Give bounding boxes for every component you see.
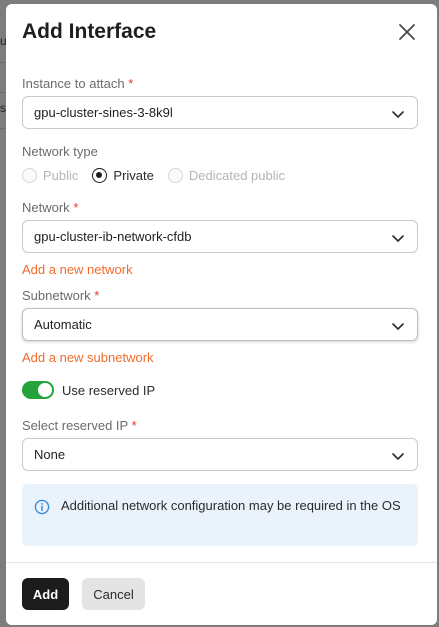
radio-circle bbox=[92, 167, 108, 183]
radio-label: Dedicated public bbox=[188, 167, 286, 183]
dialog-footer: Add Cancel bbox=[6, 562, 437, 625]
reserved-ip-toggle-row: Use reserved IP bbox=[22, 381, 155, 399]
instance-label-text: Instance to attach bbox=[22, 76, 125, 91]
required-mark: * bbox=[94, 288, 100, 303]
chevron-down-icon bbox=[392, 111, 404, 118]
add-network-link[interactable]: Add a new network bbox=[22, 262, 133, 277]
radio-circle bbox=[22, 167, 37, 183]
reserved-ip-label: Select reserved IP * bbox=[22, 418, 137, 433]
reserved-ip-label-text: Select reserved IP bbox=[22, 418, 128, 433]
dialog-header: Add Interface bbox=[22, 18, 423, 52]
chevron-down-icon bbox=[392, 453, 404, 460]
reserved-ip-select-value: None bbox=[34, 447, 66, 462]
cancel-button[interactable]: Cancel bbox=[82, 578, 145, 610]
info-icon bbox=[34, 499, 50, 515]
info-text: Additional network configuration may be … bbox=[61, 498, 401, 513]
instance-select[interactable]: gpu-cluster-sines-3-8k9l bbox=[22, 96, 418, 129]
subnetwork-select-value: Automatic bbox=[34, 317, 92, 332]
close-icon[interactable] bbox=[395, 20, 419, 44]
add-button[interactable]: Add bbox=[22, 578, 69, 610]
info-alert: Additional network configuration may be … bbox=[22, 484, 418, 546]
network-type-radio-group: Public Private Dedicated public bbox=[22, 166, 299, 184]
instance-select-value: gpu-cluster-sines-3-8k9l bbox=[34, 105, 173, 120]
radio-circle bbox=[167, 167, 183, 183]
add-subnetwork-link[interactable]: Add a new subnetwork bbox=[22, 350, 154, 365]
subnetwork-label: Subnetwork * bbox=[22, 288, 99, 303]
radio-dedicated-public[interactable]: Dedicated public bbox=[167, 167, 286, 183]
chevron-down-icon bbox=[392, 323, 404, 330]
radio-label: Private bbox=[113, 167, 154, 183]
network-select[interactable]: gpu-cluster-ib-network-cfdb bbox=[22, 220, 418, 253]
required-mark: * bbox=[128, 76, 134, 91]
chevron-down-icon bbox=[392, 235, 404, 242]
instance-label: Instance to attach * bbox=[22, 76, 133, 91]
dialog-title: Add Interface bbox=[22, 20, 157, 43]
radio-public[interactable]: Public bbox=[22, 167, 79, 183]
required-mark: * bbox=[131, 418, 137, 433]
radio-label: Public bbox=[43, 167, 79, 183]
network-label-text: Network bbox=[22, 200, 70, 215]
network-label: Network * bbox=[22, 200, 78, 215]
radio-private[interactable]: Private bbox=[92, 167, 154, 183]
subnetwork-select[interactable]: Automatic bbox=[22, 308, 418, 341]
reserved-ip-toggle-label: Use reserved IP bbox=[62, 382, 156, 398]
reserved-ip-toggle[interactable] bbox=[22, 381, 54, 399]
subnetwork-label-text: Subnetwork bbox=[22, 288, 91, 303]
reserved-ip-select[interactable]: None bbox=[22, 438, 418, 471]
required-mark: * bbox=[73, 200, 79, 215]
network-select-value: gpu-cluster-ib-network-cfdb bbox=[34, 229, 192, 244]
add-interface-dialog: Add Interface Instance to attach * gpu-c… bbox=[6, 4, 437, 625]
network-type-label: Network type bbox=[22, 144, 98, 159]
